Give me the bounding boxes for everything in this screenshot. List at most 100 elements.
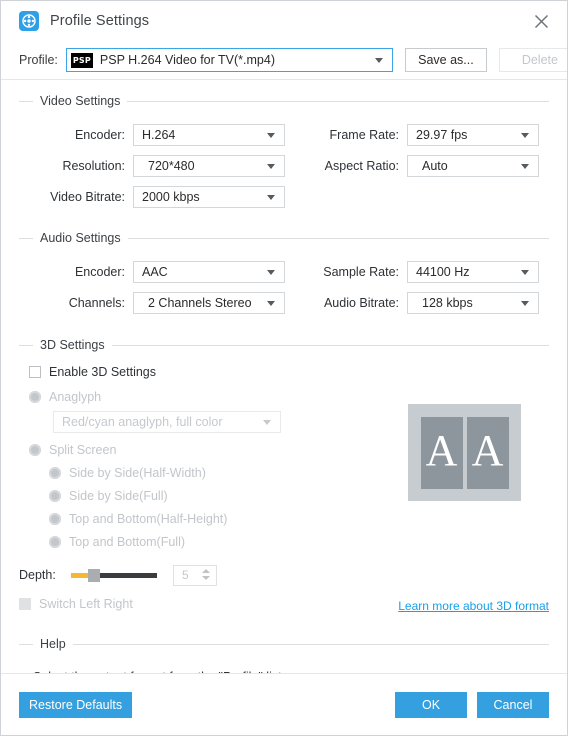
video-bitrate-row: Video Bitrate: 2000 kbps: [29, 186, 285, 208]
chevron-down-icon: [521, 270, 529, 275]
split-option-radio: [49, 466, 61, 479]
divider: [1, 79, 567, 80]
page-title: Profile Settings: [50, 13, 150, 29]
channels-select[interactable]: 2 Channels Stereo: [133, 292, 285, 314]
three-d-preview-area: A A Learn more about 3D format: [398, 360, 549, 613]
split-option-row: Side by Side(Half-Width): [29, 463, 404, 482]
aspect-ratio-select[interactable]: Auto: [407, 155, 539, 177]
enable-3d-row[interactable]: Enable 3D Settings: [29, 362, 404, 381]
switch-left-right-label: Switch Left Right: [39, 596, 133, 611]
anaglyph-label: Anaglyph: [49, 389, 102, 404]
chevron-down-icon: [267, 270, 275, 275]
audio-settings-fields: Encoder: AAC Channels: 2 Channels Stereo: [19, 252, 549, 314]
group-line-stub: [19, 237, 33, 239]
three-d-controls: Enable 3D Settings Anaglyph Red/cyan ana…: [19, 360, 404, 613]
audio-bitrate-value: 128 kbps: [422, 296, 473, 310]
sample-rate-select[interactable]: 44100 Hz: [407, 261, 539, 283]
video-settings-fields: Encoder: H.264 Resolution: 720*480 Video…: [19, 115, 549, 208]
depth-stepper: 5: [173, 564, 217, 586]
depth-slider[interactable]: [71, 564, 157, 586]
video-settings-title: Video Settings: [40, 94, 121, 108]
switch-left-right-checkbox: [19, 597, 31, 610]
split-screen-radio: [29, 443, 41, 456]
chevron-down-icon: [521, 133, 529, 138]
save-as-button[interactable]: Save as...: [404, 48, 487, 72]
video-encoder-label: Encoder:: [74, 128, 125, 142]
video-left-column: Encoder: H.264 Resolution: 720*480 Video…: [19, 115, 285, 208]
audio-left-column: Encoder: AAC Channels: 2 Channels Stereo: [19, 252, 285, 314]
anaglyph-select-row: Red/cyan anaglyph, full color: [29, 411, 404, 433]
audio-encoder-row: Encoder: AAC: [29, 261, 285, 283]
aspect-ratio-label: Aspect Ratio:: [324, 159, 399, 173]
group-line: [127, 237, 549, 239]
three-d-settings-header: 3D Settings: [19, 337, 549, 353]
chevron-down-icon: [521, 301, 529, 306]
split-option-radio: [49, 512, 61, 525]
audio-encoder-select[interactable]: AAC: [133, 261, 285, 283]
group-line: [127, 100, 549, 102]
channels-value: 2 Channels Stereo: [148, 296, 252, 310]
preview-left-panel: A: [420, 416, 463, 489]
chevron-down-icon: [374, 58, 383, 63]
video-bitrate-label: Video Bitrate:: [50, 190, 125, 204]
chevron-down-icon: [267, 195, 275, 200]
video-encoder-select[interactable]: H.264: [133, 124, 285, 146]
three-d-settings-title: 3D Settings: [40, 338, 105, 352]
resolution-select[interactable]: 720*480: [133, 155, 285, 177]
enable-3d-checkbox[interactable]: [29, 365, 41, 378]
video-encoder-value: H.264: [142, 128, 176, 142]
split-option-label: Side by Side(Full): [69, 488, 168, 503]
depth-label: Depth:: [19, 568, 56, 582]
help-title: Help: [40, 637, 66, 651]
channels-row: Channels: 2 Channels Stereo: [29, 292, 285, 314]
cancel-button[interactable]: Cancel: [477, 691, 549, 718]
three-d-preview: A A: [408, 404, 521, 501]
switch-left-right-row: Switch Left Right: [19, 594, 404, 613]
split-screen-row: Split Screen: [29, 440, 404, 459]
help-header: Help: [19, 636, 549, 652]
split-option-row: Top and Bottom(Full): [29, 532, 404, 551]
learn-more-3d-link[interactable]: Learn more about 3D format: [398, 599, 549, 613]
video-bitrate-select[interactable]: 2000 kbps: [133, 186, 285, 208]
aspect-ratio-value: Auto: [422, 159, 448, 173]
anaglyph-select: Red/cyan anaglyph, full color: [53, 411, 281, 433]
group-line-stub: [19, 344, 33, 346]
ok-button[interactable]: OK: [395, 691, 467, 718]
audio-right-column: Sample Rate: 44100 Hz Audio Bitrate: 128…: [285, 252, 539, 314]
three-d-body: Enable 3D Settings Anaglyph Red/cyan ana…: [19, 360, 549, 613]
depth-row: Depth: 5: [19, 564, 404, 586]
profile-bar: Profile: PSP PSP H.264 Video for TV(*.mp…: [1, 41, 567, 79]
frame-rate-select[interactable]: 29.97 fps: [407, 124, 539, 146]
split-option-radio: [49, 535, 61, 548]
stepper-arrows: [202, 568, 210, 580]
audio-encoder-label: Encoder:: [74, 265, 125, 279]
resolution-row: Resolution: 720*480: [29, 155, 285, 177]
delete-button: Delete: [498, 48, 567, 72]
close-icon[interactable]: [521, 5, 561, 37]
split-option-label: Top and Bottom(Full): [69, 534, 186, 549]
group-line: [111, 344, 549, 346]
audio-bitrate-row: Audio Bitrate: 128 kbps: [303, 292, 539, 314]
audio-settings-group: Audio Settings Encoder: AAC Channels: 2 …: [19, 230, 549, 314]
sample-rate-label: Sample Rate:: [323, 265, 399, 279]
restore-defaults-button[interactable]: Restore Defaults: [19, 691, 133, 718]
depth-value: 5: [182, 568, 189, 582]
split-option-row: Side by Side(Full): [29, 486, 404, 505]
video-bitrate-value: 2000 kbps: [142, 190, 200, 204]
split-option-radio: [49, 489, 61, 502]
video-right-column: Frame Rate: 29.97 fps Aspect Ratio: Auto: [285, 115, 539, 208]
slider-handle[interactable]: [88, 569, 100, 582]
chevron-down-icon: [267, 133, 275, 138]
audio-bitrate-select[interactable]: 128 kbps: [407, 292, 539, 314]
split-option-label: Top and Bottom(Half-Height): [69, 511, 228, 526]
chevron-down-icon: [267, 301, 275, 306]
slider-track-remaining: [91, 573, 157, 578]
split-option-row: Top and Bottom(Half-Height): [29, 509, 404, 528]
profile-select[interactable]: PSP PSP H.264 Video for TV(*.mp4): [65, 48, 393, 72]
stepper-down-icon: [202, 575, 210, 580]
video-settings-group: Video Settings Encoder: H.264 Resolution…: [19, 93, 549, 208]
profile-label: Profile:: [19, 53, 58, 67]
chevron-down-icon: [267, 164, 275, 169]
group-line: [72, 643, 549, 645]
profile-settings-dialog: Profile Settings Profile: PSP PSP H.264 …: [0, 0, 568, 736]
